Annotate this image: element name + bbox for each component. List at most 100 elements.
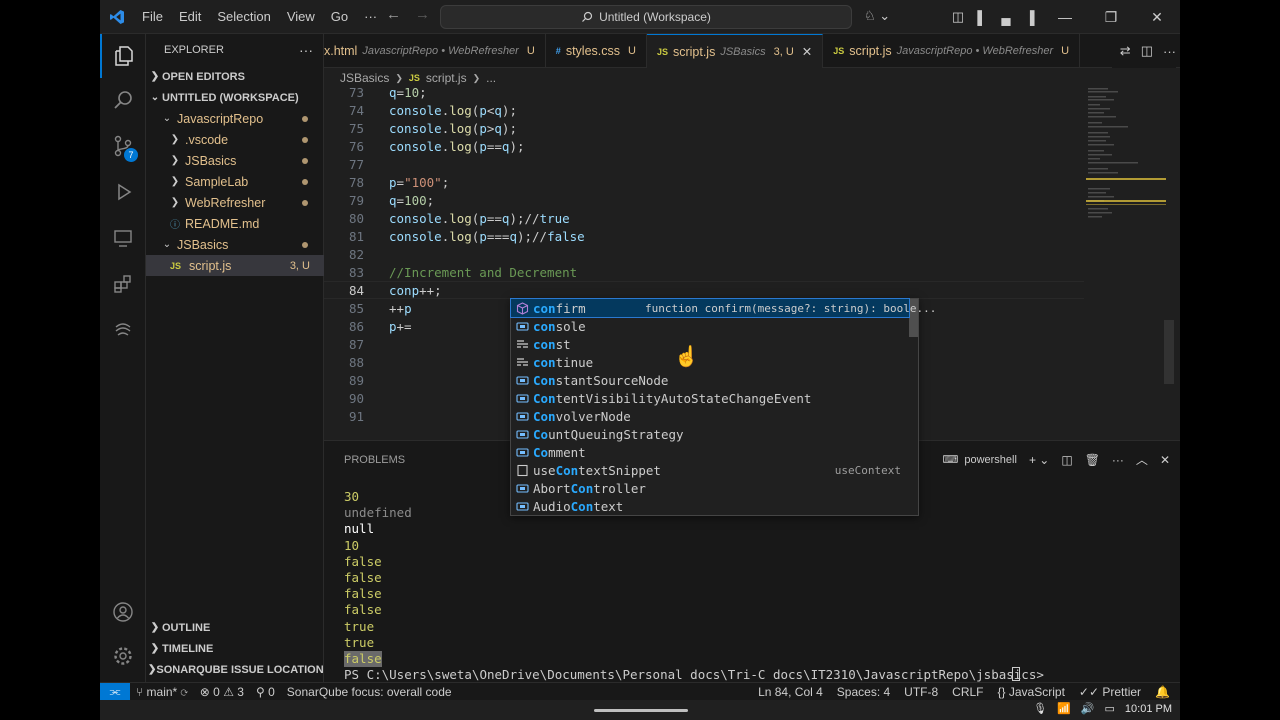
- editor-tab[interactable]: # styles.css U: [546, 34, 647, 68]
- encoding[interactable]: UTF-8: [904, 685, 938, 699]
- remote-explorer-icon[interactable]: [100, 216, 146, 260]
- notifications-bell-icon[interactable]: 🔔: [1155, 685, 1170, 699]
- suggestion-item[interactable]: useContextSnippet useContext: [511, 461, 909, 479]
- branch-status[interactable]: ⑂ main* ⟳: [130, 685, 194, 699]
- tab-problems[interactable]: PROBLEMS: [344, 454, 405, 466]
- breadcrumb-symbol[interactable]: ...: [486, 71, 496, 85]
- tree-item[interactable]: ❯ .vscode: [146, 129, 324, 150]
- microphone-icon[interactable]: 🎙: [1033, 702, 1047, 715]
- minimap[interactable]: [1084, 88, 1174, 440]
- volume-icon[interactable]: 🔊: [1081, 702, 1095, 715]
- menu-item[interactable]: ···: [356, 0, 385, 34]
- suggestion-item[interactable]: AbortController: [511, 479, 909, 497]
- forward-arrow-icon[interactable]: →: [415, 6, 430, 23]
- suggestion-item[interactable]: const: [511, 335, 909, 353]
- suggestion-item[interactable]: continue: [511, 353, 909, 371]
- editor-tab[interactable]: JS script.js JavascriptRepo • WebRefresher…: [823, 34, 1081, 68]
- menu-item[interactable]: View: [279, 0, 323, 34]
- suggestion-item[interactable]: Comment: [511, 443, 909, 461]
- maximize-panel-icon[interactable]: ︿: [1136, 451, 1148, 468]
- battery-icon[interactable]: ▭: [1105, 702, 1115, 715]
- menu-item[interactable]: Edit: [171, 0, 209, 34]
- nav-arrows: ← →: [386, 6, 430, 23]
- tree-item[interactable]: ❯ SampleLab: [146, 171, 324, 192]
- extensions-icon[interactable]: [100, 262, 146, 306]
- account-icon[interactable]: [100, 590, 146, 634]
- compare-changes-icon[interactable]: ⇄: [1120, 43, 1131, 59]
- customize-layout-icon[interactable]: ◫: [946, 0, 970, 34]
- breadcrumb-file[interactable]: script.js: [426, 71, 467, 85]
- tree-item[interactable]: ❯ JSBasics: [146, 150, 324, 171]
- terminal-shell-name[interactable]: powershell: [964, 454, 1017, 466]
- toggle-panel-icon[interactable]: ▄: [994, 0, 1018, 34]
- more-editor-actions-icon[interactable]: ···: [1163, 44, 1176, 59]
- suggestion-item[interactable]: console: [511, 317, 909, 335]
- suggestion-item[interactable]: ContentVisibilityAutoStateChangeEvent: [511, 389, 909, 407]
- system-tray: 🎙 📶 🔊 ▭ 10:01 PM: [1033, 702, 1172, 716]
- suggestion-item[interactable]: confirm function confirm(message?: string…: [510, 298, 936, 318]
- indentation[interactable]: Spaces: 4: [837, 685, 890, 699]
- tree-item[interactable]: ❯ WebRefresher: [146, 192, 324, 213]
- editor-tab[interactable]: x.html JavascriptRepo • WebRefresher U: [324, 34, 546, 68]
- copilot-icon[interactable]: ♘ ⌄: [864, 8, 890, 24]
- run-debug-icon[interactable]: [100, 170, 146, 214]
- sonarqube-label: SONARQUBE ISSUE LOCATIONS: [156, 663, 331, 676]
- tree-item[interactable]: ⌄ JavascriptRepo: [146, 108, 324, 129]
- terminal-prompt[interactable]: PS C:\Users\sweta\OneDrive\Documents\Per…: [344, 667, 1051, 683]
- warning-count: 3: [237, 684, 244, 699]
- command-center[interactable]: Untitled (Workspace): [440, 5, 852, 29]
- prettier-status[interactable]: ✓✓ Prettier: [1079, 685, 1141, 699]
- timeline-section[interactable]: ❯ TIMELINE: [146, 638, 324, 659]
- more-actions-icon[interactable]: ···: [299, 42, 313, 58]
- line-ending[interactable]: CRLF: [952, 685, 983, 699]
- sonarqube-icon[interactable]: [100, 308, 146, 352]
- cursor-position[interactable]: Ln 84, Col 4: [758, 685, 823, 699]
- source-control-icon[interactable]: 7: [100, 124, 146, 168]
- explorer-header: EXPLORER ···: [146, 34, 323, 66]
- open-editors-section[interactable]: ❯ OPEN EDITORS: [146, 66, 324, 87]
- close-panel-icon[interactable]: ✕: [1160, 453, 1170, 467]
- menu-item[interactable]: Go: [323, 0, 356, 34]
- wifi-icon[interactable]: 📶: [1057, 702, 1071, 715]
- chevron-right-icon: ❯: [170, 176, 180, 187]
- ports-status[interactable]: ⚲ 0: [250, 685, 281, 699]
- outline-section[interactable]: ❯ OUTLINE: [146, 617, 324, 638]
- workspace-section[interactable]: ⌄ UNTITLED (WORKSPACE): [146, 87, 324, 108]
- back-arrow-icon[interactable]: ←: [386, 6, 401, 23]
- toggle-sidebar-icon[interactable]: ▌: [970, 0, 994, 34]
- more-panel-actions-icon[interactable]: ···: [1112, 453, 1124, 467]
- menu-item[interactable]: Selection: [209, 0, 278, 34]
- toggle-secondary-sidebar-icon[interactable]: ▐: [1018, 0, 1042, 34]
- sonar-status[interactable]: SonarQube focus: overall code: [281, 685, 458, 699]
- close-tab-icon[interactable]: ✕: [802, 44, 812, 59]
- close-window-icon[interactable]: ✕: [1134, 0, 1180, 34]
- minimize-icon[interactable]: —: [1042, 0, 1088, 34]
- search-activity-icon[interactable]: [100, 78, 146, 122]
- suggestion-item[interactable]: ConvolverNode: [511, 407, 909, 425]
- tree-item[interactable]: ⌄ JSBasics: [146, 234, 324, 255]
- breadcrumb-folder[interactable]: JSBasics: [340, 71, 389, 85]
- open-editors-label: OPEN EDITORS: [162, 70, 245, 83]
- clock[interactable]: 10:01 PM: [1125, 703, 1172, 715]
- suggestion-item[interactable]: CountQueuingStrategy: [511, 425, 909, 443]
- suggestion-item[interactable]: AudioContext: [511, 497, 909, 515]
- remote-indicator-icon[interactable]: ⫘: [100, 682, 130, 701]
- tree-item[interactable]: ⓘ README.md: [146, 213, 324, 234]
- split-terminal-icon[interactable]: ◫: [1061, 453, 1072, 467]
- editor-tab[interactable]: JS script.js JSBasics 3, U ✕: [646, 34, 824, 68]
- tree-item[interactable]: JS script.js 3, U: [146, 255, 324, 276]
- menu-item[interactable]: File: [134, 0, 171, 34]
- new-terminal-icon[interactable]: + ⌄: [1029, 453, 1049, 467]
- suggestion-item[interactable]: ConstantSourceNode: [511, 371, 909, 389]
- split-editor-icon[interactable]: ◫: [1141, 43, 1153, 59]
- restore-icon[interactable]: ❐: [1088, 0, 1134, 34]
- line-number: 86: [348, 318, 364, 334]
- sonarqube-section[interactable]: ❯ SONARQUBE ISSUE LOCATIONS: [146, 659, 331, 680]
- problems-status[interactable]: ⊗ 0 ⚠ 3: [194, 685, 250, 699]
- editor-scrollbar[interactable]: [1164, 320, 1174, 384]
- trash-icon[interactable]: 🗑: [1085, 453, 1100, 467]
- line-number: 83: [348, 264, 364, 280]
- settings-gear-icon[interactable]: [100, 634, 146, 678]
- explorer-icon[interactable]: [100, 34, 146, 78]
- language-mode[interactable]: {} JavaScript: [998, 685, 1065, 699]
